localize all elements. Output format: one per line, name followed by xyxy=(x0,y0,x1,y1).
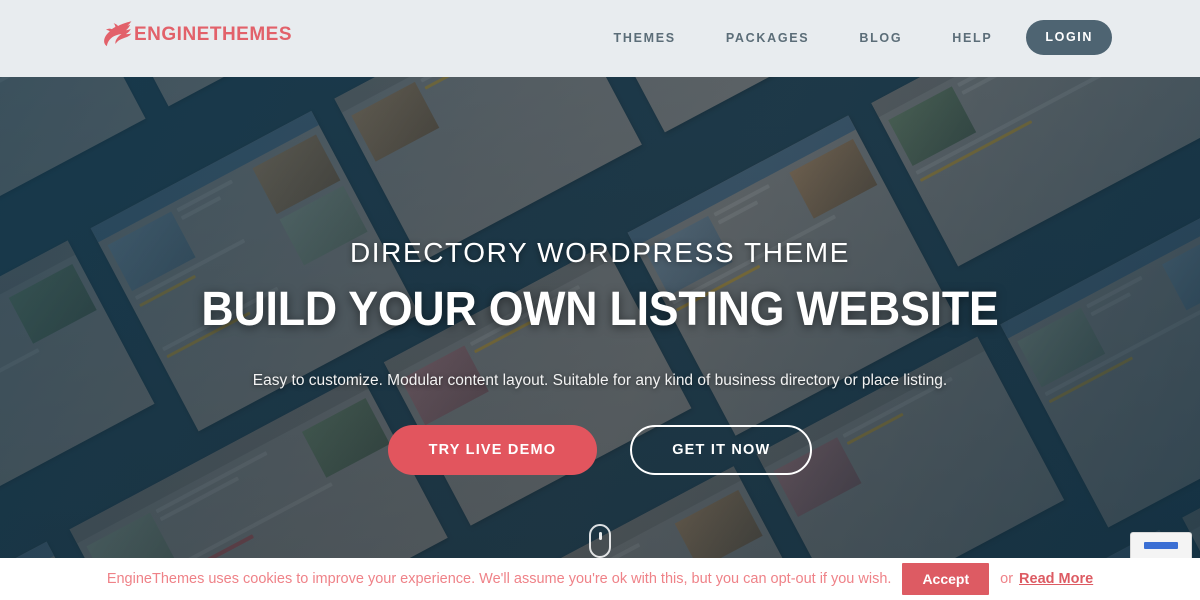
brand-logo-link[interactable]: ENGINETHEMES xyxy=(98,18,292,48)
login-button[interactable]: LOGIN xyxy=(1026,20,1112,55)
nav-item-themes[interactable]: THEMES xyxy=(614,21,676,55)
chat-widget-collapsed[interactable] xyxy=(1130,532,1192,558)
cookie-read-more-link[interactable]: Read More xyxy=(1019,571,1093,587)
scroll-mouse-icon[interactable] xyxy=(589,524,611,558)
chat-widget-bar-icon xyxy=(1144,542,1178,549)
hero-eyebrow: DIRECTORY WORDPRESS THEME xyxy=(349,237,850,268)
brand-name: ENGINETHEMES xyxy=(134,23,293,45)
cookie-message: EngineThemes uses cookies to improve you… xyxy=(106,571,892,587)
hummingbird-logo-icon xyxy=(98,18,132,48)
hero-subtitle: Easy to customize. Modular content layou… xyxy=(252,372,948,389)
nav-item-packages[interactable]: PACKAGES xyxy=(726,21,810,55)
cookie-accept-button[interactable]: Accept xyxy=(902,563,990,595)
site-header: ENGINETHEMES THEMES PACKAGES BLOG HELP L… xyxy=(0,0,1200,77)
get-it-now-button[interactable]: GET IT NOW xyxy=(630,425,813,475)
hero-section: DIRECTORY WORDPRESS THEME BUILD YOUR OWN… xyxy=(0,77,1200,558)
page-root: ENGINETHEMES THEMES PACKAGES BLOG HELP L… xyxy=(0,0,1200,600)
hero-title: BUILD YOUR OWN LISTING WEBSITE xyxy=(201,283,999,336)
cookie-consent-bar: EngineThemes uses cookies to improve you… xyxy=(0,558,1200,600)
cookie-or-label: or xyxy=(1000,571,1014,587)
hero-cta-group: TRY LIVE DEMO GET IT NOW xyxy=(0,425,1200,475)
main-navigation: THEMES PACKAGES BLOG HELP LOGIN xyxy=(614,20,1112,55)
nav-item-blog[interactable]: BLOG xyxy=(859,21,902,55)
nav-item-help[interactable]: HELP xyxy=(952,21,992,55)
try-live-demo-button[interactable]: TRY LIVE DEMO xyxy=(387,425,598,475)
